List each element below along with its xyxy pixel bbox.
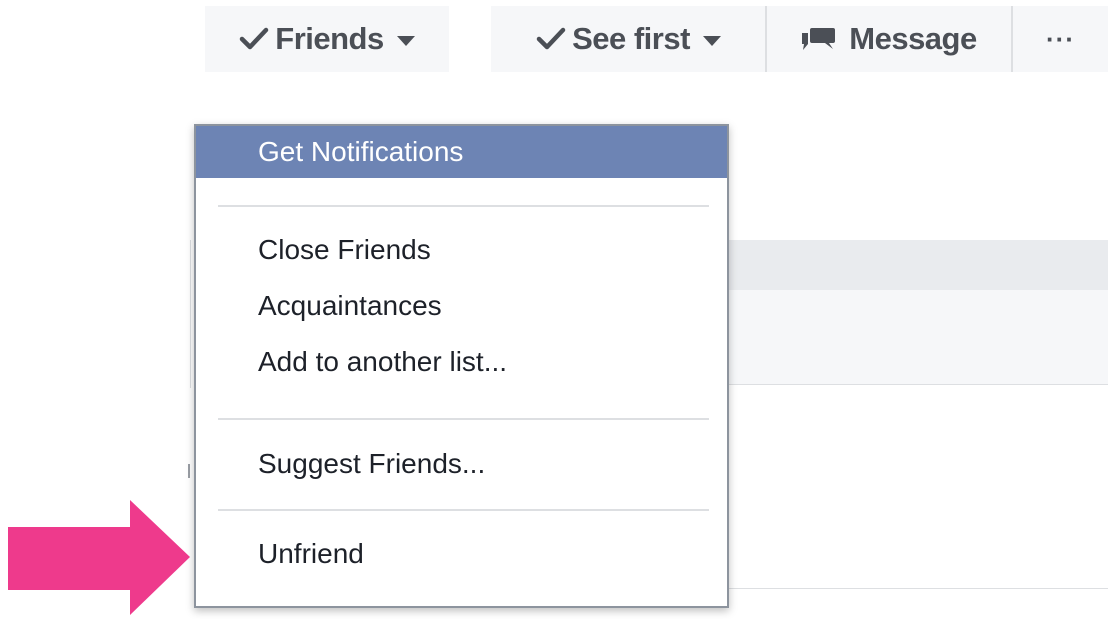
message-button-label: Message <box>849 21 977 56</box>
message-bubble-icon <box>801 26 837 52</box>
see-first-button-label: See first <box>572 21 690 56</box>
menu-item-close-friends[interactable]: Close Friends <box>196 224 727 276</box>
background-tick <box>188 464 190 478</box>
friends-dropdown-menu: Get Notifications Close Friends Acquaint… <box>194 124 729 608</box>
menu-item-add-to-another-list[interactable]: Add to another list... <box>196 336 727 388</box>
menu-divider <box>218 509 709 511</box>
check-icon <box>536 26 566 52</box>
see-first-button[interactable]: See first <box>491 6 766 72</box>
menu-item-suggest-friends[interactable]: Suggest Friends... <box>196 438 727 490</box>
background-rule <box>190 240 191 388</box>
pointer-arrow-icon <box>8 500 190 615</box>
more-options-button[interactable]: ··· <box>1013 6 1108 72</box>
friends-button-label: Friends <box>275 21 384 56</box>
friends-button[interactable]: Friends <box>205 6 449 72</box>
menu-item-get-notifications[interactable]: Get Notifications <box>196 126 727 178</box>
screen: Friends See first Message ··· Get Notifi… <box>0 0 1108 619</box>
menu-divider <box>218 205 709 207</box>
check-icon <box>239 26 269 52</box>
profile-action-bar: Friends See first Message ··· <box>0 0 1108 80</box>
more-dots-icon: ··· <box>1046 23 1075 54</box>
message-button[interactable]: Message <box>767 6 1011 72</box>
caret-down-icon <box>396 36 415 46</box>
caret-down-icon <box>702 36 721 46</box>
menu-divider <box>218 418 709 420</box>
menu-item-unfriend[interactable]: Unfriend <box>196 528 727 580</box>
menu-item-acquaintances[interactable]: Acquaintances <box>196 280 727 332</box>
